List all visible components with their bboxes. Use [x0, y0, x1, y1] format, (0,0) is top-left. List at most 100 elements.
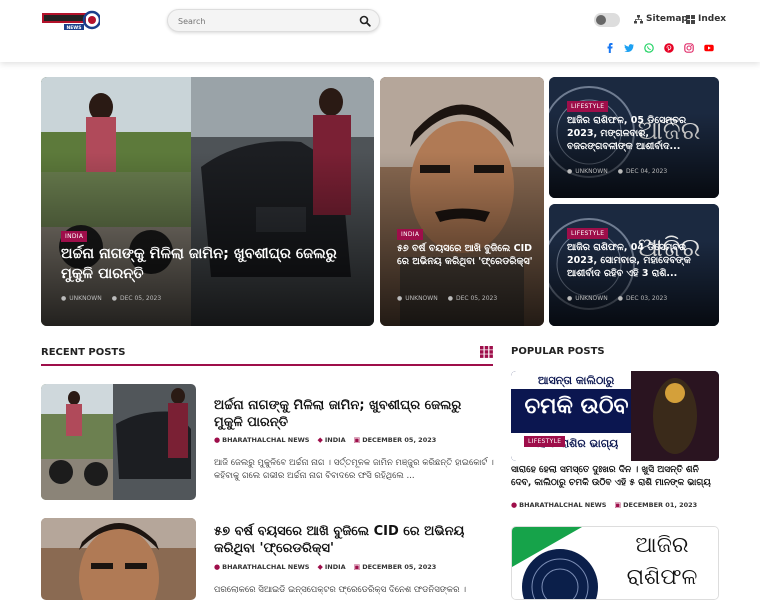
calendar-icon: ●: [111, 295, 117, 302]
facebook-icon[interactable]: [605, 43, 615, 53]
user-icon: ●: [214, 436, 221, 444]
popular-post-title[interactable]: ସାରାହେ ହେଲା ସମସ୍ତେ ଦୁଃଖର ଦିନ । ଖୁସି ଅସନ୍…: [511, 464, 719, 489]
tag-icon: ◆: [317, 436, 323, 444]
user-icon: ●: [567, 168, 573, 175]
post-meta: ● BHARATHALCHAL NEWS ◆ INDIA ▣ DECEMBER 05,…: [214, 563, 436, 571]
site-logo[interactable]: NEWS: [42, 9, 102, 31]
date: ▣ DECEMBER 05, 2023: [354, 436, 437, 444]
calendar-icon: ▣: [614, 501, 622, 509]
recent-posts-heading: RECENT POSTS: [41, 347, 126, 358]
youtube-icon[interactable]: [704, 43, 714, 53]
author: ● UNKNOWN: [567, 295, 608, 302]
date: ● DEC 03, 2023: [618, 295, 667, 302]
user-icon: ●: [61, 295, 67, 302]
category-badge[interactable]: INDIA: [397, 229, 424, 240]
featured-card[interactable]: ଆଜିର LIFESTYLE ଆଜିର ରାଶିଫଳ, 04 ଡିସେମ୍ବର …: [549, 204, 719, 326]
featured-title[interactable]: ଆଜିର ରାଶିଫଳ, 05 ଡିସେମ୍ବର 2023, ମଙ୍ଗଳବାର,…: [567, 115, 712, 153]
author[interactable]: ● BHARATHALCHAL NEWS: [214, 563, 310, 571]
popular-image-text: ଚମକି ଉଠିବ: [524, 394, 629, 419]
post-meta: ● BHARATHALCHAL NEWS ◆ INDIA ▣ DECEMBER 05,…: [214, 436, 436, 444]
logo-text: NEWS: [66, 25, 81, 31]
user-icon: ●: [567, 295, 573, 302]
featured-title[interactable]: ଆଜିର ରାଶିଫଳ, 04 ଡିସେମ୍ବର 2023, ସୋମବାର, ମ…: [567, 242, 712, 280]
index-label: Index: [698, 14, 727, 24]
grid-icon[interactable]: [480, 346, 493, 358]
sitemap-link[interactable]: Sitemap: [634, 14, 688, 24]
author: ● UNKNOWN: [567, 168, 608, 175]
author-name: BHARATHALCHAL NEWS: [519, 501, 607, 509]
post-image: [41, 384, 196, 500]
featured-meta: ● UNKNOWN ● DEC 05, 2023: [397, 295, 497, 302]
date: ● DEC 05, 2023: [448, 295, 497, 302]
post-excerpt: ପରଲୋକରେ ସିଆଇଡି ଇନ୍ସପେକ୍ଟର ଫ୍ରେଡେରିକ୍ସ ଦି…: [214, 585, 467, 595]
post-meta: ● BHARATHALCHAL NEWS ▣ DECEMBER 01, 2023: [511, 501, 697, 509]
featured-card[interactable]: ଆଜିର LIFESTYLE ଆଜିର ରାଶିଫଳ, 05 ଡିସେମ୍ବର …: [549, 77, 719, 198]
date-text: DEC 05, 2023: [455, 295, 498, 302]
post-title[interactable]: ୫୭ ବର୍ଷ ବୟସରେ ଆଖି ବୁଜିଲେ CID ରେ ଅଭିନୟ କର…: [214, 524, 494, 558]
site-header: NEWS Sitemap Index: [0, 0, 760, 62]
search-box: [167, 9, 380, 32]
post-title[interactable]: ଅର୍ଚ୍ଚନା ନାଗଙ୍କୁ ମିଳିଲା ଜାମିନ; ଖୁବଶୀଘ୍ର …: [214, 398, 494, 432]
author-name: BHARATHALCHAL NEWS: [222, 563, 310, 571]
featured-title[interactable]: ୫୭ ବର୍ଷ ବୟସରେ ଆଖି ବୁଜିଲେ CID ରେ ଅଭିନୟ କର…: [397, 243, 537, 269]
moon-icon: [596, 15, 606, 25]
category-badge[interactable]: LIFESTYLE: [567, 228, 609, 239]
user-icon: ●: [511, 501, 518, 509]
popular-post-image[interactable]: ଆସନ୍ତା କାଲିଠାରୁ ଚମକି ଉଠିବ ଏହି ୫ ରାଶିର ଭା…: [511, 371, 719, 461]
search-icon[interactable]: [359, 15, 371, 27]
twitter-icon[interactable]: [624, 43, 634, 53]
author: ● UNKNOWN: [61, 295, 102, 302]
index-link[interactable]: Index: [686, 14, 726, 24]
user-icon: ●: [214, 563, 221, 571]
post-thumbnail[interactable]: [41, 518, 196, 600]
featured-meta: ● UNKNOWN ● DEC 03, 2023: [567, 295, 667, 302]
user-icon: ●: [397, 295, 403, 302]
date-text: DECEMBER 05, 2023: [362, 563, 437, 571]
author[interactable]: ● BHARATHALCHAL NEWS: [511, 501, 607, 509]
category-name: INDIA: [324, 436, 346, 444]
pinterest-icon[interactable]: [664, 43, 674, 53]
date: ▣ DECEMBER 01, 2023: [615, 501, 698, 509]
category-badge[interactable]: LIFESTYLE: [567, 101, 609, 112]
featured-card[interactable]: INDIA ୫୭ ବର୍ଷ ବୟସରେ ଆଖି ବୁଜିଲେ CID ରେ ଅଭ…: [380, 77, 544, 326]
featured-title[interactable]: ଅର୍ଚ୍ଚନା ନାଗଙ୍କୁ ମିଳିଲା ଜାମିନ; ଖୁବଶୀଘ୍ର …: [61, 245, 361, 284]
category[interactable]: ◆ INDIA: [318, 436, 346, 444]
calendar-icon: ▣: [353, 436, 361, 444]
date-text: DECEMBER 01, 2023: [623, 501, 698, 509]
category-badge[interactable]: LIFESTYLE: [524, 436, 566, 447]
author[interactable]: ● BHARATHALCHAL NEWS: [214, 436, 310, 444]
author-name: UNKNOWN: [69, 295, 102, 302]
recent-divider: [41, 364, 493, 366]
search-input[interactable]: [178, 14, 348, 28]
date-text: DEC 03, 2023: [625, 295, 668, 302]
post-thumbnail[interactable]: [41, 384, 196, 500]
calendar-icon: ●: [617, 295, 623, 302]
tag-icon: ◆: [317, 563, 323, 571]
category[interactable]: ◆ INDIA: [318, 563, 346, 571]
instagram-icon[interactable]: [684, 43, 694, 53]
index-icon: [686, 14, 695, 24]
category-badge[interactable]: INDIA: [61, 231, 88, 242]
post-image: [41, 518, 196, 600]
whatsapp-icon[interactable]: [644, 43, 654, 53]
calendar-icon: ▣: [353, 563, 361, 571]
featured-card[interactable]: INDIA ଅର୍ଚ୍ଚନା ନାଗଙ୍କୁ ମିଳିଲା ଜାମିନ; ଖୁବ…: [41, 77, 374, 326]
popular-image-text: ରାଶିଫଳ: [626, 565, 698, 590]
author-name: UNKNOWN: [405, 295, 438, 302]
category-name: INDIA: [324, 563, 346, 571]
date-text: DECEMBER 05, 2023: [362, 436, 437, 444]
author-name: BHARATHALCHAL NEWS: [222, 436, 310, 444]
author-name: UNKNOWN: [575, 295, 608, 302]
author: ● UNKNOWN: [397, 295, 438, 302]
dark-mode-toggle[interactable]: [594, 13, 620, 27]
date: ● DEC 04, 2023: [618, 168, 667, 175]
featured-meta: ● UNKNOWN ● DEC 05, 2023: [61, 295, 161, 302]
sitemap-label: Sitemap: [646, 14, 688, 24]
popular-posts-heading: POPULAR POSTS: [511, 346, 605, 357]
calendar-icon: ●: [447, 295, 453, 302]
popular-image-text: ଆଜିର: [635, 533, 689, 558]
author-name: UNKNOWN: [575, 168, 608, 175]
popular-post-image[interactable]: ଆଜିର ରାଶିଫଳ: [511, 526, 719, 600]
date-text: DEC 04, 2023: [625, 168, 668, 175]
featured-meta: ● UNKNOWN ● DEC 04, 2023: [567, 168, 667, 175]
